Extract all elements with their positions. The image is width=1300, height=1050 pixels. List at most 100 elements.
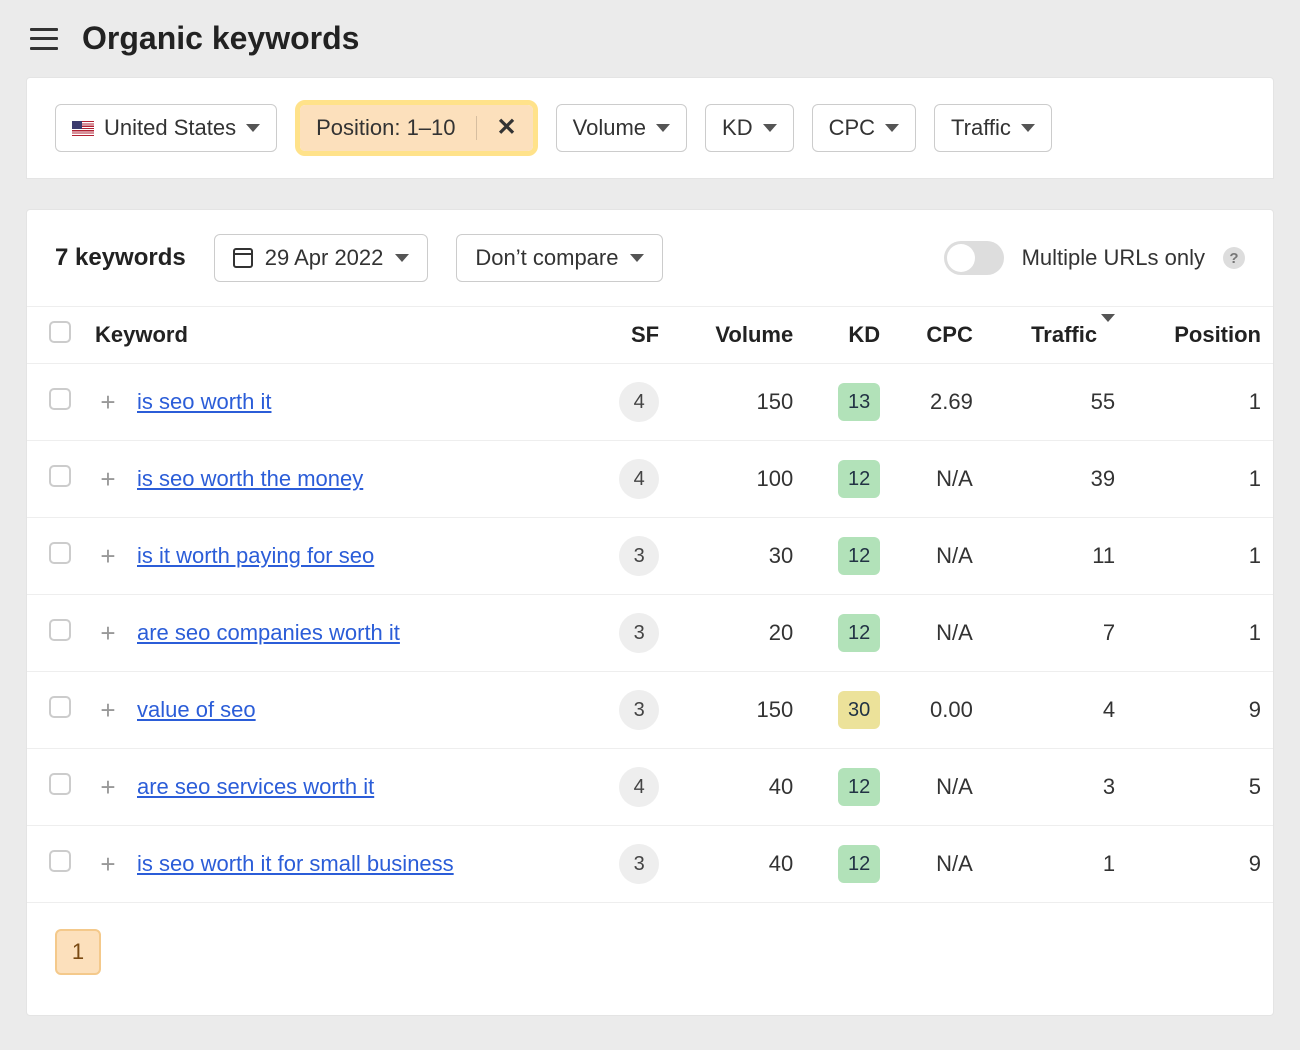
row-checkbox[interactable] [49, 542, 71, 564]
keyword-link[interactable]: are seo services worth it [137, 774, 374, 800]
keyword-link[interactable]: is seo worth it [137, 389, 272, 415]
volume-cell: 150 [671, 672, 805, 749]
select-all-checkbox[interactable] [49, 321, 71, 343]
compare-label: Don’t compare [475, 245, 618, 271]
volume-cell: 30 [671, 518, 805, 595]
volume-cell: 20 [671, 595, 805, 672]
chevron-down-icon [763, 124, 777, 132]
table-row: +is seo worth it for small business34012… [27, 826, 1273, 903]
expand-icon[interactable]: + [95, 543, 121, 569]
date-label: 29 Apr 2022 [265, 245, 384, 271]
filters-bar: United States Position: 1–10 ✕ Volume KD… [26, 77, 1274, 179]
volume-label: Volume [573, 115, 646, 141]
multiple-urls-toggle[interactable] [944, 241, 1004, 275]
sf-badge[interactable]: 4 [619, 382, 659, 422]
expand-icon[interactable]: + [95, 466, 121, 492]
keyword-link[interactable]: is seo worth it for small business [137, 851, 454, 877]
volume-filter[interactable]: Volume [556, 104, 687, 152]
table-row: +is seo worth the money410012N/A391 [27, 441, 1273, 518]
cpc-label: CPC [829, 115, 875, 141]
row-checkbox[interactable] [49, 850, 71, 872]
sf-badge[interactable]: 4 [619, 459, 659, 499]
multiple-urls-toggle-group: Multiple URLs only ? [944, 241, 1245, 275]
chevron-down-icon [1021, 124, 1035, 132]
position-filter[interactable]: Position: 1–10 ✕ [300, 105, 533, 151]
traffic-filter[interactable]: Traffic [934, 104, 1052, 152]
position-filter-wrap: Position: 1–10 ✕ [295, 100, 538, 156]
traffic-cell: 39 [985, 441, 1127, 518]
sf-badge[interactable]: 3 [619, 536, 659, 576]
col-volume[interactable]: Volume [671, 307, 805, 364]
position-cell: 5 [1127, 749, 1273, 826]
table-row: +is it worth paying for seo33012N/A111 [27, 518, 1273, 595]
col-cpc[interactable]: CPC [892, 307, 985, 364]
sf-badge[interactable]: 3 [619, 690, 659, 730]
cpc-filter[interactable]: CPC [812, 104, 916, 152]
kd-filter[interactable]: KD [705, 104, 794, 152]
cpc-cell: 2.69 [892, 364, 985, 441]
help-icon[interactable]: ? [1223, 247, 1245, 269]
table-row: +value of seo3150300.0049 [27, 672, 1273, 749]
traffic-cell: 3 [985, 749, 1127, 826]
position-label: Position: 1–10 [316, 115, 455, 141]
kd-badge: 12 [838, 768, 880, 806]
expand-icon[interactable]: + [95, 697, 121, 723]
position-cell: 1 [1127, 441, 1273, 518]
col-traffic[interactable]: Traffic [985, 307, 1127, 364]
close-icon[interactable]: ✕ [476, 116, 517, 140]
keyword-link[interactable]: is seo worth the money [137, 466, 363, 492]
header: Organic keywords [0, 0, 1300, 77]
col-sf[interactable]: SF [587, 307, 671, 364]
col-keyword[interactable]: Keyword [83, 307, 587, 364]
select-all-header [27, 307, 83, 364]
keyword-link[interactable]: is it worth paying for seo [137, 543, 374, 569]
expand-icon[interactable]: + [95, 774, 121, 800]
us-flag-icon [72, 121, 94, 136]
col-position[interactable]: Position [1127, 307, 1273, 364]
sf-badge[interactable]: 3 [619, 844, 659, 884]
page-1-button[interactable]: 1 [55, 929, 101, 975]
volume-cell: 40 [671, 826, 805, 903]
row-checkbox[interactable] [49, 619, 71, 641]
sf-badge[interactable]: 4 [619, 767, 659, 807]
compare-select[interactable]: Don’t compare [456, 234, 663, 282]
traffic-cell: 1 [985, 826, 1127, 903]
sort-desc-icon [1101, 314, 1115, 347]
kd-badge: 13 [838, 383, 880, 421]
table-header-row: Keyword SF Volume KD CPC Traffic Positio… [27, 307, 1273, 364]
sf-badge[interactable]: 3 [619, 613, 659, 653]
chevron-down-icon [656, 124, 670, 132]
keyword-link[interactable]: value of seo [137, 697, 256, 723]
row-checkbox[interactable] [49, 465, 71, 487]
chevron-down-icon [246, 124, 260, 132]
chevron-down-icon [395, 254, 409, 262]
position-cell: 9 [1127, 672, 1273, 749]
keywords-table: Keyword SF Volume KD CPC Traffic Positio… [27, 306, 1273, 903]
pagination: 1 [27, 903, 1273, 1015]
results-panel: 7 keywords 29 Apr 2022 Don’t compare Mul… [26, 209, 1274, 1016]
table-row: +is seo worth it4150132.69551 [27, 364, 1273, 441]
volume-cell: 150 [671, 364, 805, 441]
table-row: +are seo services worth it44012N/A35 [27, 749, 1273, 826]
volume-cell: 40 [671, 749, 805, 826]
expand-icon[interactable]: + [95, 851, 121, 877]
row-checkbox[interactable] [49, 388, 71, 410]
cpc-cell: 0.00 [892, 672, 985, 749]
keyword-count: 7 keywords [55, 244, 186, 272]
col-kd[interactable]: KD [805, 307, 892, 364]
expand-icon[interactable]: + [95, 389, 121, 415]
kd-badge: 30 [838, 691, 880, 729]
position-cell: 1 [1127, 595, 1273, 672]
country-filter[interactable]: United States [55, 104, 277, 152]
date-picker[interactable]: 29 Apr 2022 [214, 234, 429, 282]
kd-badge: 12 [838, 537, 880, 575]
col-traffic-label: Traffic [1031, 322, 1097, 347]
expand-icon[interactable]: + [95, 620, 121, 646]
cpc-cell: N/A [892, 518, 985, 595]
row-checkbox[interactable] [49, 696, 71, 718]
hamburger-menu-icon[interactable] [30, 28, 58, 50]
panel-toolbar: 7 keywords 29 Apr 2022 Don’t compare Mul… [27, 210, 1273, 306]
row-checkbox[interactable] [49, 773, 71, 795]
keyword-link[interactable]: are seo companies worth it [137, 620, 400, 646]
position-cell: 1 [1127, 364, 1273, 441]
